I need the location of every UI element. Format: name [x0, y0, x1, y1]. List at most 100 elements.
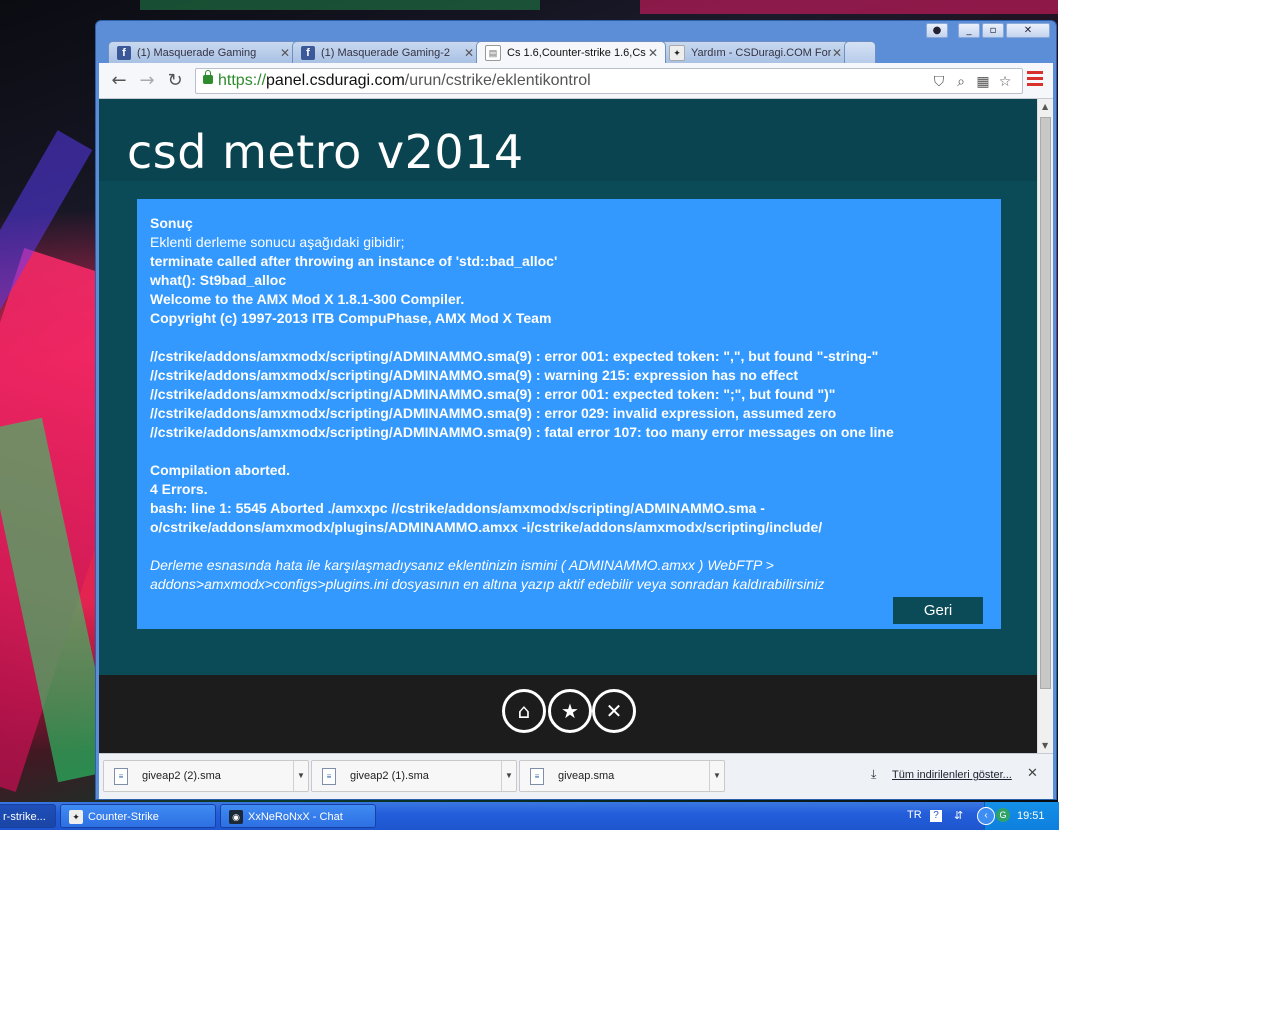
result-heading: Sonuç: [150, 215, 193, 231]
download-item[interactable]: ≡ giveap2 (2).sma ▼: [103, 760, 309, 792]
tab-strip: f (1) Masquerade Gaming ✕ f (1) Masquera…: [108, 41, 876, 63]
compiler-error-line: //cstrike/addons/amxmodx/scripting/ADMIN…: [150, 386, 836, 402]
scroll-up-icon[interactable]: ▲: [1042, 102, 1048, 111]
result-note: Derleme esnasında hata ile karşılaşmadıy…: [150, 557, 774, 573]
zoom-icon[interactable]: ⌕: [952, 73, 970, 91]
chevron-down-icon[interactable]: ▼: [709, 761, 724, 791]
site-footer: ⌂ ★ ✕: [99, 675, 1037, 753]
file-icon: ≡: [114, 768, 128, 785]
counter-strike-icon: ✦: [69, 810, 83, 825]
star-icon[interactable]: ★: [548, 689, 592, 733]
help-icon[interactable]: ?: [930, 810, 942, 822]
facebook-icon: f: [117, 45, 131, 60]
new-tab-button[interactable]: [844, 41, 876, 63]
tab-title: Cs 1.6,Counter-strike 1.6,Cs: [507, 46, 646, 59]
page-viewport: csd metro v2014 Sonuç Eklenti derleme so…: [99, 99, 1037, 753]
page-icon: ▤: [485, 44, 501, 61]
show-all-downloads-link[interactable]: Tüm indirilenleri göster...: [892, 769, 1012, 781]
tab-masquerade-gaming[interactable]: f (1) Masquerade Gaming ✕: [108, 41, 298, 63]
taskbar: r-strike... ✦ Counter-Strike ◉ XxNeRoNxX -…: [0, 802, 1059, 830]
page-scrollbar[interactable]: ▲ ▼: [1037, 99, 1053, 753]
browser-menu-icon[interactable]: [1027, 71, 1043, 89]
file-icon: ≡: [322, 768, 336, 785]
compiler-output-line: Welcome to the AMX Mod X 1.8.1-300 Compi…: [150, 291, 465, 307]
window-close-button[interactable]: ✕: [1006, 23, 1050, 38]
compiler-summary-line: 4 Errors.: [150, 481, 208, 497]
tab-close-icon[interactable]: ✕: [831, 46, 843, 60]
compiler-output-line: Copyright (c) 1997-2013 ITB CompuPhase, …: [150, 310, 552, 326]
minimize-button[interactable]: _: [958, 23, 980, 38]
steam-icon: ◉: [229, 810, 243, 825]
download-filename: giveap.sma: [558, 770, 615, 782]
taskbar-item-counter-strike[interactable]: ✦ Counter-Strike: [60, 804, 216, 828]
shield-icon[interactable]: ⛉: [930, 73, 948, 91]
tab-title: (1) Masquerade Gaming: [137, 46, 257, 59]
address-bar[interactable]: https://panel.csduragi.com/urun/cstrike/…: [195, 68, 1023, 94]
taskbar-item-label: Counter-Strike: [88, 811, 159, 823]
compiler-error-line: //cstrike/addons/amxmodx/scripting/ADMIN…: [150, 367, 799, 383]
tab-close-icon[interactable]: ✕: [463, 46, 475, 60]
browser-window: ● _ ▫ ✕ f (1) Masquerade Gaming ✕ f (1) …: [95, 20, 1057, 800]
tab-cs-counter-strike[interactable]: ▤ Cs 1.6,Counter-strike 1.6,Cs ✕: [476, 41, 666, 63]
reload-button[interactable]: ↻: [163, 69, 187, 93]
compiler-error-line: //cstrike/addons/amxmodx/scripting/ADMIN…: [150, 348, 879, 364]
url-domain: panel.csduragi.com: [266, 72, 405, 89]
tab-yardim-forum[interactable]: ✦ Yardım - CSDuragi.COM Forum ✕: [660, 41, 850, 63]
network-icon[interactable]: ⇵: [954, 809, 963, 822]
tray-app-icon[interactable]: G: [996, 808, 1010, 822]
window-controls: ● _ ▫ ✕: [926, 23, 1050, 38]
language-indicator[interactable]: TR: [907, 809, 922, 821]
home-icon[interactable]: ⌂: [502, 689, 546, 733]
chevron-down-icon[interactable]: ▼: [293, 761, 308, 791]
compiler-error-line: //cstrike/addons/amxmodx/scripting/ADMIN…: [150, 405, 837, 421]
download-arrow-icon: ⤓: [871, 767, 877, 781]
taskbar-item-chat[interactable]: ◉ XxNeRoNxX - Chat: [220, 804, 376, 828]
chevron-down-icon[interactable]: ▼: [501, 761, 516, 791]
result-intro: Eklenti derleme sonucu aşağıdaki gibidir…: [150, 234, 405, 250]
back-button[interactable]: ←: [107, 69, 131, 93]
compiler-error-line: //cstrike/addons/amxmodx/scripting/ADMIN…: [150, 424, 894, 440]
compiler-output-line: terminate called after throwing an insta…: [150, 253, 558, 269]
close-downloads-icon[interactable]: ✕: [1027, 766, 1038, 781]
result-note: addons>amxmodx>configs>plugins.ini dosya…: [150, 576, 825, 592]
download-filename: giveap2 (2).sma: [142, 770, 221, 782]
clock: 19:51: [1017, 810, 1045, 822]
bookmark-star-icon[interactable]: ☆: [996, 73, 1014, 91]
scroll-down-icon[interactable]: ▼: [1042, 741, 1048, 750]
url-text[interactable]: https://panel.csduragi.com/urun/cstrike/…: [218, 72, 591, 90]
tab-close-icon[interactable]: ✕: [647, 46, 659, 60]
maximize-button[interactable]: ▫: [982, 23, 1004, 38]
site-title: csd metro v2014: [127, 125, 524, 179]
back-geri-button[interactable]: Geri: [893, 597, 983, 624]
forward-button[interactable]: →: [135, 69, 159, 93]
compiler-output-line: what(): St9bad_alloc: [150, 272, 287, 288]
file-icon: ≡: [530, 768, 544, 785]
compiler-summary-line: bash: line 1: 5545 Aborted ./amxxpc //cs…: [150, 500, 765, 516]
downloads-bar: ≡ giveap2 (2).sma ▼ ≡ giveap2 (1).sma ▼ …: [99, 753, 1053, 799]
close-icon[interactable]: ✕: [592, 689, 636, 733]
download-item[interactable]: ≡ giveap2 (1).sma ▼: [311, 760, 517, 792]
tab-masquerade-gaming-2[interactable]: f (1) Masquerade Gaming-2 ✕: [292, 41, 482, 63]
site-header: csd metro v2014: [99, 99, 1037, 181]
tab-title: (1) Masquerade Gaming-2: [321, 46, 451, 59]
taskbar-item[interactable]: r-strike...: [0, 804, 56, 828]
tray-expand-icon[interactable]: ‹: [977, 807, 995, 825]
taskbar-item-label: r-strike...: [3, 811, 46, 823]
lock-icon: [203, 70, 213, 84]
counter-strike-icon: ✦: [669, 44, 685, 61]
profile-icon[interactable]: ●: [926, 23, 948, 38]
translate-icon[interactable]: ▦: [974, 73, 992, 91]
tab-title: Yardım - CSDuragi.COM Forum: [691, 46, 831, 59]
compiler-summary-line: Compilation aborted.: [150, 462, 290, 478]
facebook-icon: f: [301, 45, 315, 60]
scroll-thumb[interactable]: [1040, 117, 1051, 689]
browser-toolbar: ← → ↻ https://panel.csduragi.com/urun/cs…: [99, 63, 1053, 99]
url-scheme: https://: [218, 72, 267, 89]
url-path: /urun/cstrike/eklentikontrol: [404, 72, 591, 89]
download-item[interactable]: ≡ giveap.sma ▼: [519, 760, 725, 792]
tab-close-icon[interactable]: ✕: [279, 46, 291, 60]
download-filename: giveap2 (1).sma: [350, 770, 429, 782]
result-panel: Sonuç Eklenti derleme sonucu aşağıdaki g…: [137, 199, 1001, 629]
taskbar-item-label: XxNeRoNxX - Chat: [248, 811, 343, 823]
compiler-summary-line: o/cstrike/addons/amxmodx/plugins/ADMINAM…: [150, 519, 823, 535]
